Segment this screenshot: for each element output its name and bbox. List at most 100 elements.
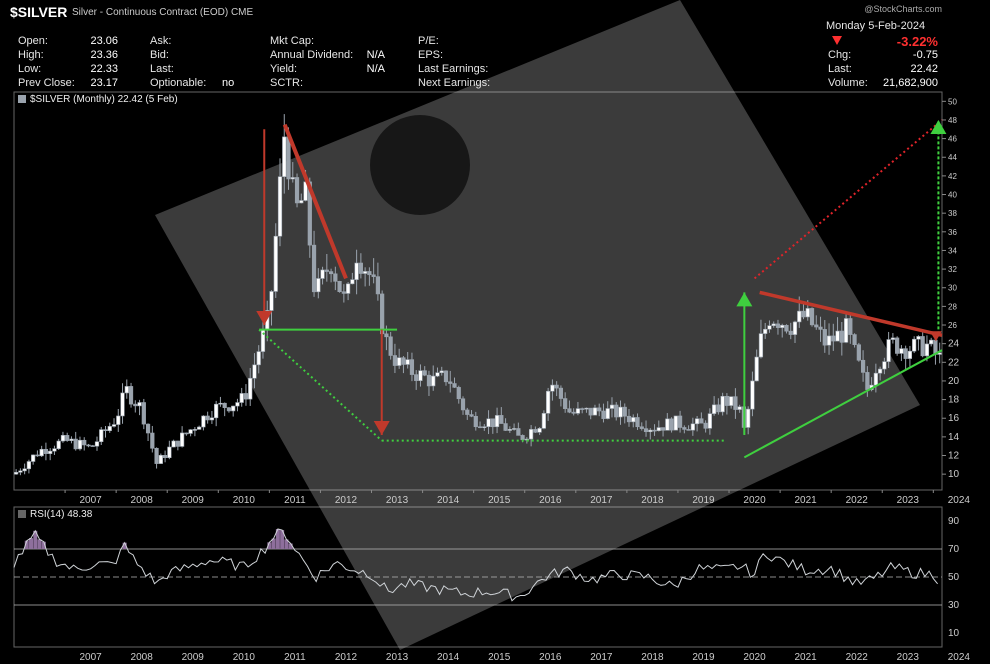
candle-body-124	[541, 413, 546, 429]
series-swatch-icon	[18, 95, 26, 104]
candle-body-139	[605, 408, 610, 419]
candle-body-209	[903, 348, 908, 359]
candle-body-180	[780, 324, 785, 328]
candle-body-113	[494, 415, 500, 428]
credit-label: @StockCharts.com	[864, 4, 942, 14]
candle-body-47	[214, 403, 219, 419]
price-y-tick-label-8: 26	[948, 321, 957, 330]
col3-label-2: Yield:	[270, 63, 298, 75]
candle-body-206	[890, 337, 895, 340]
candle-body-50	[226, 407, 232, 412]
candle-body-132	[575, 408, 581, 414]
candle-body-52	[235, 402, 240, 407]
col1-label-3: Prev Close:	[18, 77, 75, 89]
col1-value-0: 23.06	[90, 35, 118, 47]
candle-body-151	[656, 427, 661, 432]
candle-body-102	[448, 381, 453, 384]
candle-body-37	[171, 440, 176, 448]
candle-body-54	[243, 393, 249, 400]
rsi-x-tick-label-3: 2010	[233, 652, 256, 663]
candle-body-175	[758, 333, 764, 358]
candle-body-10	[56, 440, 61, 449]
candle-body-106	[465, 409, 470, 415]
candle-body-70	[311, 244, 317, 293]
candle-body-28	[133, 403, 138, 407]
candle-body-24	[116, 415, 121, 425]
candle-body-76	[337, 281, 342, 293]
candle-body-11	[60, 435, 66, 442]
price-y-tick-label-12: 34	[948, 246, 957, 255]
candle-body-125	[546, 390, 551, 414]
rsi-x-tick-label-0: 2007	[79, 652, 102, 663]
candle-body-30	[141, 402, 146, 425]
candle-body-187	[809, 308, 815, 326]
price-x-tick-label-3: 2010	[233, 495, 256, 506]
candle-body-104	[456, 387, 461, 400]
candle-body-189	[818, 326, 823, 330]
candle-body-42	[192, 429, 197, 431]
col2-label-2: Last:	[150, 63, 174, 75]
col5-label-2: Last:	[828, 63, 852, 75]
price-y-tick-label-0: 10	[948, 469, 960, 480]
candle-body-117	[511, 428, 517, 430]
candle-body-62	[277, 176, 283, 237]
rsi-y-tick-label-1: 30	[948, 600, 960, 611]
candle-body-43	[197, 426, 202, 430]
candle-body-127	[554, 384, 559, 389]
candle-body-159	[690, 423, 695, 431]
candle-body-49	[222, 402, 227, 408]
candle-body-156	[677, 415, 683, 428]
price-x-tick-label-1: 2008	[131, 495, 154, 506]
quote-date: Monday 5-Feb-2024	[826, 20, 926, 32]
candle-body-154	[669, 418, 674, 431]
col4-label-1: EPS:	[418, 49, 444, 61]
candle-body-48	[218, 402, 223, 405]
candle-body-74	[328, 271, 334, 275]
col4-label-2: Last Earnings:	[418, 63, 489, 75]
candle-body-140	[609, 404, 615, 409]
candle-body-63	[282, 136, 287, 177]
rsi-y-tick-label-4: 90	[948, 516, 960, 527]
candle-body-89	[392, 355, 398, 366]
price-y-tick-label-1: 12	[948, 451, 960, 462]
rsi-x-tick-label-15: 2022	[846, 652, 869, 663]
candle-body-60	[269, 291, 274, 311]
price-y-tick-label-7: 24	[948, 339, 960, 350]
candle-body-110	[482, 426, 487, 428]
candle-body-210	[907, 350, 913, 359]
price-x-tick-label-0: 2007	[79, 495, 102, 506]
col2-value-3: no	[222, 77, 235, 89]
candle-body-193	[835, 330, 840, 342]
candle-body-141	[614, 404, 619, 418]
candle-body-25	[120, 392, 125, 417]
price-x-tick-label-17: 2024	[948, 495, 971, 506]
candle-body-136	[592, 407, 598, 416]
candle-body-0	[14, 472, 19, 475]
candle-body-29	[137, 402, 142, 407]
candle-body-39	[180, 432, 185, 447]
candle-body-36	[167, 446, 172, 458]
col5-value-2: 22.42	[910, 63, 938, 75]
candle-body-4	[31, 454, 36, 462]
candle-body-77	[341, 291, 346, 294]
candle-body-98	[431, 375, 436, 387]
price-y-tick-label-17: 44	[948, 153, 957, 162]
candle-body-199	[860, 359, 866, 373]
candle-body-112	[490, 418, 495, 428]
overlay-circle	[370, 115, 470, 215]
rsi-x-tick-label-12: 2019	[692, 652, 715, 663]
candle-body-81	[358, 262, 363, 274]
price-x-tick-label-10: 2017	[590, 495, 613, 506]
candle-body-134	[584, 407, 589, 410]
col1-value-3: 23.17	[90, 77, 118, 89]
candle-body-184	[797, 310, 802, 323]
candle-body-23	[111, 424, 117, 427]
candle-body-172	[746, 408, 751, 428]
candle-body-207	[895, 337, 900, 354]
candle-body-75	[333, 273, 338, 282]
candle-body-121	[529, 429, 534, 440]
candle-body-129	[563, 398, 568, 410]
candle-body-142	[618, 406, 623, 418]
col5-value-0: -3.22%	[896, 34, 938, 49]
candle-body-191	[826, 335, 832, 346]
